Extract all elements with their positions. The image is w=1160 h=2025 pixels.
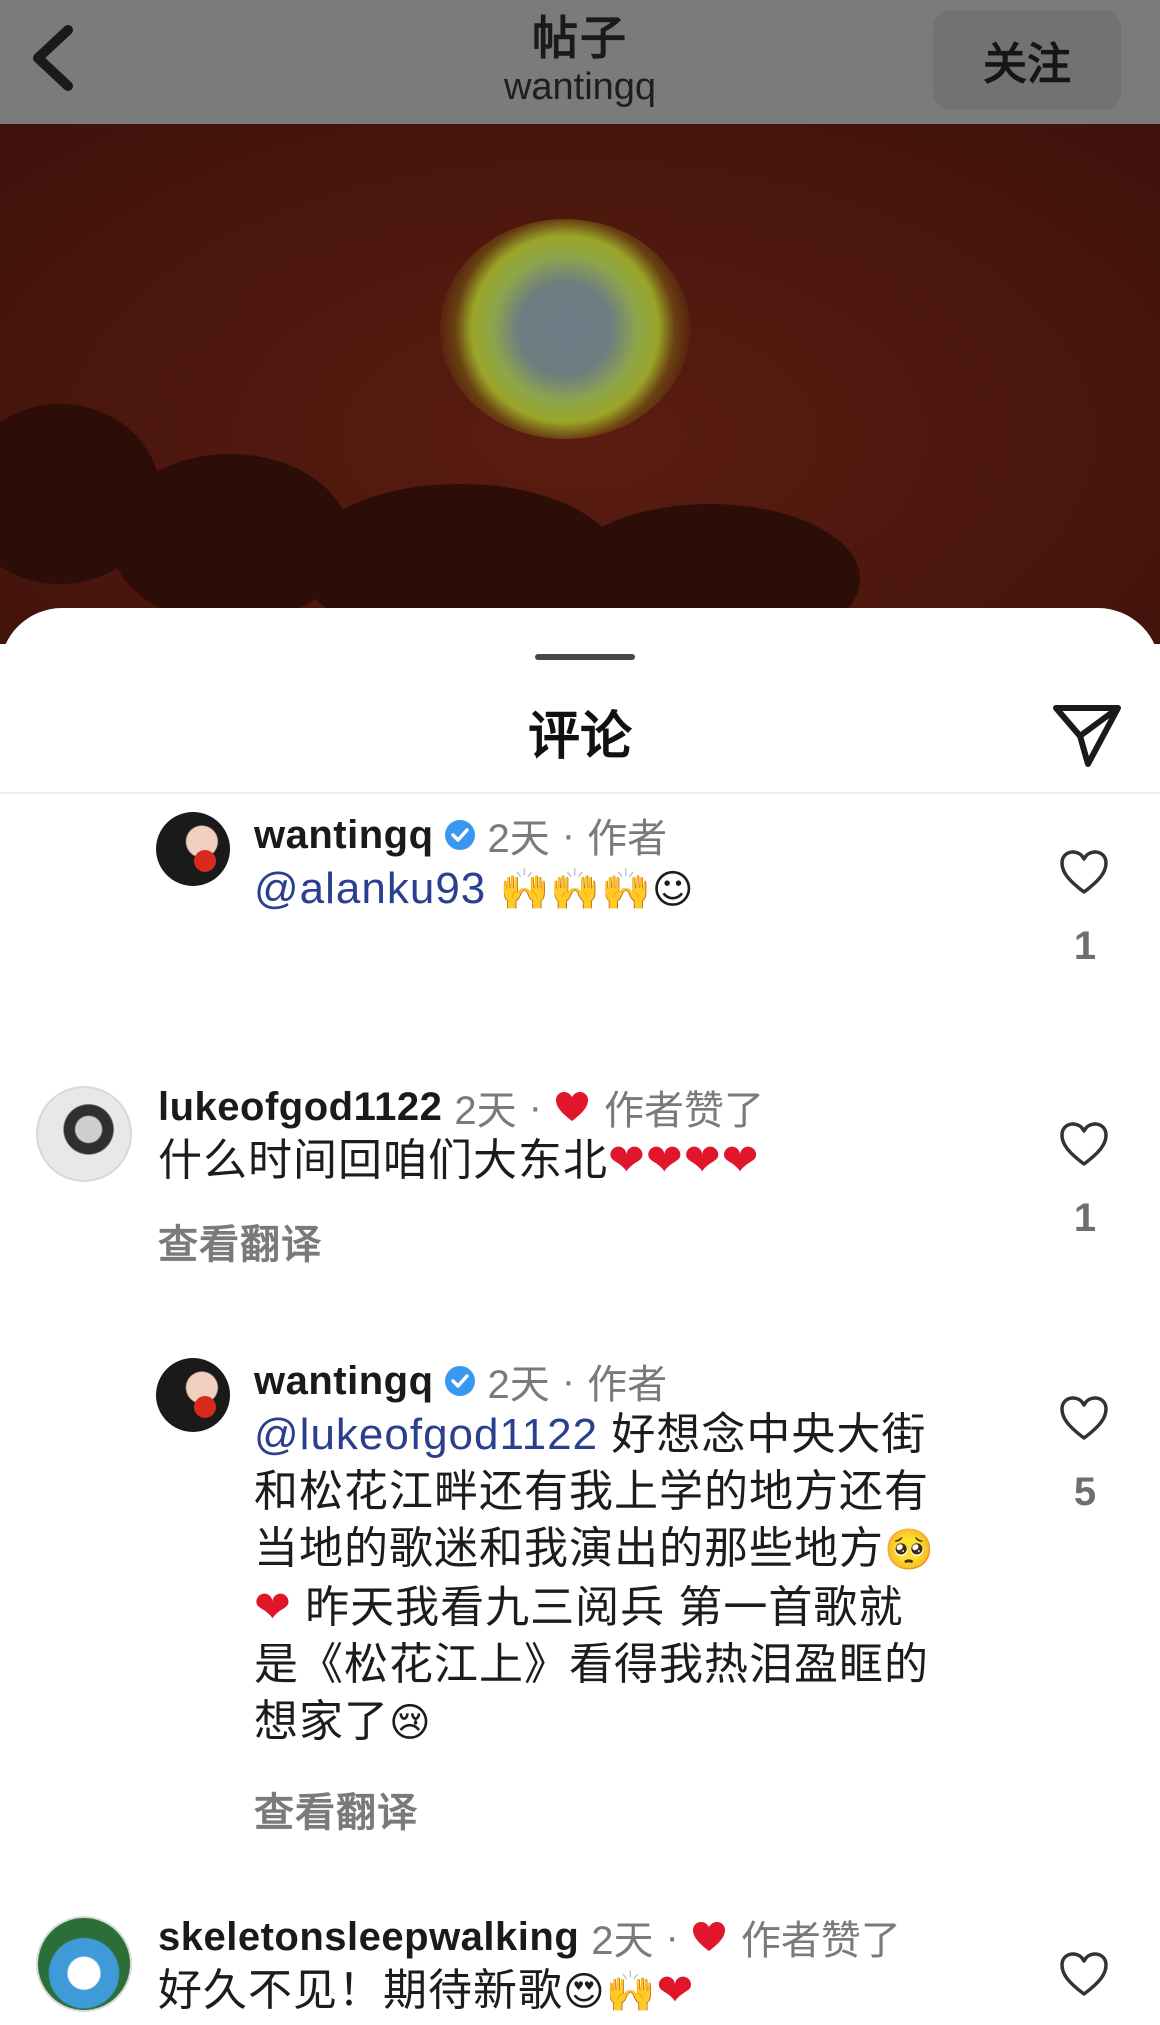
meta-separator: · bbox=[528, 1084, 542, 1129]
author-badge: 作者 bbox=[587, 817, 668, 861]
comment-body: 昨天我看九三阅兵 第一首歌就 bbox=[291, 1583, 904, 1632]
comment: lukeofgod1122 2天 · 作者赞了 什么时间回咱们大东北❤❤❤❤ 查… bbox=[0, 1074, 1160, 1314]
emoji-group: 🙌🙌🙌☺ bbox=[499, 867, 695, 913]
crying-emoji: 😢 bbox=[389, 1700, 432, 1746]
meta-separator: · bbox=[561, 812, 576, 857]
comment-meta: skeletonsleepwalking 2天 · 作者赞了 bbox=[158, 1912, 901, 1964]
follow-button[interactable]: 关注 bbox=[933, 10, 1121, 110]
comment-body: 当地的歌迷和我演出的那些地方 bbox=[254, 1524, 884, 1573]
comment-username[interactable]: lukeofgod1122 bbox=[158, 1085, 442, 1130]
like-icon[interactable] bbox=[1058, 1120, 1110, 1168]
comment-body: 想家了 bbox=[254, 1697, 389, 1746]
author-badge: 作者 bbox=[587, 1363, 668, 1407]
like-icon[interactable] bbox=[1058, 848, 1110, 896]
comments-title: 评论 bbox=[527, 708, 632, 766]
sheet-divider bbox=[0, 792, 1160, 794]
top-header: 帖子 wantingq 关注 bbox=[0, 0, 1160, 124]
comment-line: 和松花江畔还有我上学的地方还有 bbox=[254, 1467, 929, 1516]
comment-line: ❤ 昨天我看九三阅兵 第一首歌就 bbox=[254, 1579, 1014, 1636]
comment-meta: wantingq 2天 · 作者 bbox=[254, 810, 667, 862]
comment-username[interactable]: skeletonsleepwalking bbox=[158, 1915, 579, 1960]
comment-text: 什么时间回咱们大东北❤❤❤❤ bbox=[158, 1132, 759, 1189]
heart-emojis: ❤❤❤❤ bbox=[608, 1135, 760, 1186]
comment-time: 2天 bbox=[454, 1089, 517, 1133]
see-translation-link[interactable]: 查看翻译 bbox=[254, 1780, 418, 1838]
comment-body: 好久不见！期待新歌 bbox=[158, 1966, 563, 2015]
comment-line: 想家了😢 bbox=[254, 1693, 1014, 1752]
comment-username[interactable]: wantingq bbox=[254, 813, 434, 858]
comment-time: 2天 bbox=[591, 1919, 654, 1963]
see-translation-link[interactable]: 查看翻译 bbox=[158, 1212, 322, 1270]
heart-emoji: ❤ bbox=[656, 1965, 695, 2016]
comment-body: 好想念中央大街 bbox=[598, 1410, 927, 1459]
like-count: 1 bbox=[1073, 924, 1097, 968]
comment-line: @lukeofgod1122 好想念中央大街 bbox=[254, 1406, 1014, 1463]
liked-heart-icon bbox=[555, 1092, 588, 1121]
comment-time: 2天 bbox=[487, 817, 550, 861]
post-photo bbox=[0, 124, 1160, 644]
avatar[interactable] bbox=[36, 1086, 132, 1182]
like-count: 5 bbox=[1073, 1470, 1097, 1514]
emoji-group: 😍🙌 bbox=[563, 1969, 657, 2015]
meta-separator: · bbox=[561, 1358, 576, 1403]
avatar[interactable] bbox=[156, 1358, 230, 1432]
comment-username[interactable]: wantingq bbox=[254, 1359, 434, 1404]
comment-body: 什么时间回咱们大东北 bbox=[158, 1136, 608, 1185]
verified-icon bbox=[444, 820, 475, 850]
share-icon[interactable] bbox=[1050, 698, 1124, 772]
author-liked-label: 作者赞了 bbox=[603, 1089, 764, 1133]
verified-icon bbox=[444, 1366, 475, 1396]
avatar[interactable] bbox=[156, 812, 230, 886]
pleading-emoji: 🥺 bbox=[884, 1527, 935, 1573]
mention-link[interactable]: @alanku93 bbox=[254, 864, 486, 913]
comment-line: 当地的歌迷和我演出的那些地方🥺 bbox=[254, 1520, 1014, 1579]
drag-handle[interactable] bbox=[535, 654, 635, 660]
comment-text: @alanku93 🙌🙌🙌☺ bbox=[254, 860, 695, 919]
heart-emoji: ❤ bbox=[254, 1582, 292, 1633]
comment-meta: lukeofgod1122 2天 · 作者赞了 bbox=[158, 1082, 764, 1134]
like-icon[interactable] bbox=[1058, 1950, 1110, 1998]
comment-time: 2天 bbox=[487, 1363, 550, 1407]
comment-reply: wantingq 2天 · 作者 @lukeofgod1122 好想念中央大街 … bbox=[0, 1348, 1160, 1868]
comment-text: @lukeofgod1122 好想念中央大街 和松花江畔还有我上学的地方还有 当… bbox=[254, 1406, 1014, 1752]
author-liked-label: 作者赞了 bbox=[740, 1919, 901, 1963]
comment-text: 好久不见！期待新歌😍🙌❤ bbox=[158, 1962, 694, 2021]
like-count: 1 bbox=[1073, 1196, 1097, 1240]
avatar[interactable] bbox=[36, 1916, 132, 2012]
liked-heart-icon bbox=[692, 1922, 725, 1951]
mention-link[interactable]: @lukeofgod1122 bbox=[254, 1410, 598, 1459]
comments-sheet: 评论 wantingq 2天 · 作者 @alanku93 🙌🙌🙌☺ 1 luk… bbox=[0, 608, 1160, 2025]
comment-line: 是《松花江上》看得我热泪盈眶的 bbox=[254, 1640, 929, 1689]
comment-reply: wantingq 2天 · 作者 @alanku93 🙌🙌🙌☺ 1 bbox=[0, 802, 1160, 1042]
comment-meta: wantingq 2天 · 作者 bbox=[254, 1356, 667, 1408]
meta-separator: · bbox=[665, 1914, 679, 1959]
like-icon[interactable] bbox=[1058, 1394, 1110, 1442]
comment: skeletonsleepwalking 2天 · 作者赞了 好久不见！期待新歌… bbox=[0, 1904, 1160, 2025]
sun-glow bbox=[440, 219, 690, 439]
